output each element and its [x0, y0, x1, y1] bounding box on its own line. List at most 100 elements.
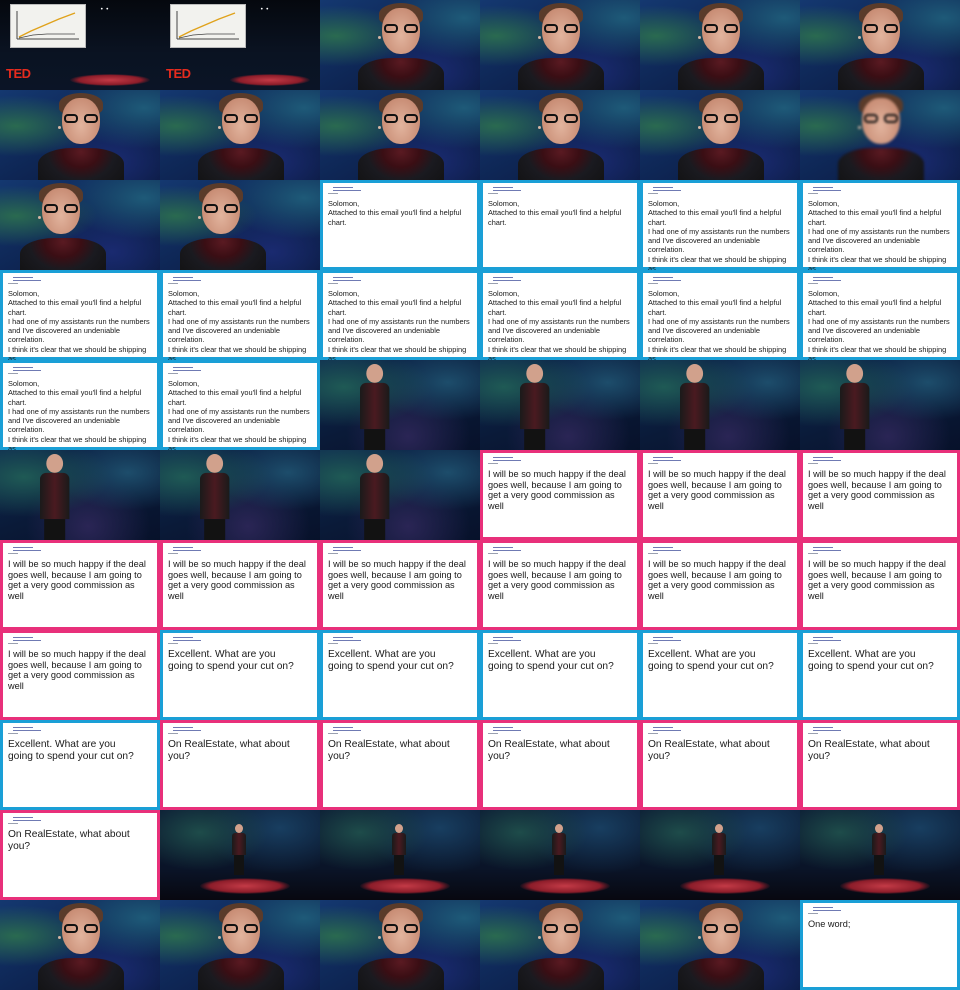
speaker-shirt — [38, 958, 124, 990]
email-card: On RealEstate, what about you? — [803, 723, 957, 807]
wide-stage-frame — [320, 810, 480, 900]
email-sender-line — [653, 637, 673, 638]
email-card: On RealEstate, what about you? — [483, 723, 637, 807]
wide-stage-frame — [480, 810, 640, 900]
speaker-figure — [640, 90, 800, 180]
email-card: I will be so much happy if the deal goes… — [323, 543, 477, 627]
speaker-flegs — [394, 855, 404, 875]
medium-shot-frame — [480, 360, 640, 450]
email-frame: Solomon, Attached to this email you'll f… — [0, 360, 160, 450]
speaker-mic — [378, 936, 381, 939]
closeup-frame — [0, 90, 160, 180]
email-card: Excellent. What are you going to spend y… — [803, 633, 957, 717]
email-recipient-line — [648, 643, 658, 644]
speaker-figure — [552, 824, 566, 875]
speaker-fhead — [875, 824, 883, 833]
intro-frame: TED • • — [160, 0, 320, 90]
email-card: Solomon, Attached to this email you'll f… — [323, 183, 477, 267]
email-sender-line — [173, 367, 193, 368]
email-recipient-line — [648, 733, 658, 734]
closeup-frame — [640, 900, 800, 990]
closeup-frame — [480, 900, 640, 990]
speaker-fbody — [680, 382, 710, 430]
email-body-text: On RealEstate, what about you? — [328, 739, 450, 762]
email-frame: On RealEstate, what about you? — [800, 720, 960, 810]
email-body-text: Excellent. What are you going to spend y… — [808, 649, 934, 672]
email-frame: Solomon, Attached to this email you'll f… — [480, 270, 640, 360]
email-recipient-line — [328, 643, 338, 644]
speaker-shirt — [38, 148, 124, 180]
email-body-text: Solomon, Attached to this email you'll f… — [8, 379, 150, 450]
speaker-glasses — [704, 114, 738, 123]
stage-floor — [70, 74, 150, 86]
speaker-fbody — [872, 833, 886, 855]
email-recipient-line — [8, 373, 18, 374]
email-body-text: On RealEstate, what about you? — [808, 739, 930, 762]
email-subject-line — [493, 640, 521, 641]
speaker-fhead — [715, 824, 723, 833]
email-frame: On RealEstate, what about you? — [640, 720, 800, 810]
email-body-text: I will be so much happy if the deal goes… — [648, 469, 786, 511]
email-recipient-line — [8, 823, 18, 824]
email-subject-line — [813, 730, 841, 731]
speaker-figure — [872, 824, 886, 875]
email-card: Solomon, Attached to this email you'll f… — [803, 273, 957, 360]
email-body-text: On RealEstate, what about you? — [8, 829, 130, 852]
email-card: I will be so much happy if the deal goes… — [3, 543, 157, 627]
email-recipient-line — [648, 193, 658, 194]
speaker-figure — [800, 90, 960, 180]
stage-floor — [230, 74, 310, 86]
email-sender-line — [493, 727, 513, 728]
email-body-text: Excellent. What are you going to spend y… — [8, 739, 134, 762]
speaker-glasses — [384, 114, 418, 123]
speaker-shirt — [180, 238, 266, 270]
email-frame: I will be so much happy if the deal goes… — [800, 540, 960, 630]
speaker-figure — [360, 364, 390, 450]
email-subject-line — [333, 730, 361, 731]
email-frame: On RealEstate, what about you? — [480, 720, 640, 810]
closeup-frame — [640, 90, 800, 180]
speaker-glasses — [704, 924, 738, 933]
speaker-fhead — [366, 454, 384, 473]
closeup-frame — [0, 900, 160, 990]
email-body-text: I will be so much happy if the deal goes… — [488, 559, 626, 601]
stage-floor — [680, 878, 770, 894]
speaker-shirt — [518, 148, 604, 180]
email-card: Excellent. What are you going to spend y… — [643, 633, 797, 717]
speaker-figure — [0, 900, 160, 990]
email-sender-line — [813, 277, 833, 278]
speaker-fbody — [360, 382, 390, 430]
speaker-mic — [378, 126, 381, 129]
email-body-text: I will be so much happy if the deal goes… — [808, 559, 946, 601]
speaker-figure — [480, 900, 640, 990]
medium-shot-frame — [320, 450, 480, 540]
stage-floor — [360, 878, 450, 894]
speaker-shirt — [358, 58, 444, 90]
speaker-shirt — [20, 238, 106, 270]
email-recipient-line — [328, 733, 338, 734]
email-sender-line — [653, 457, 673, 458]
closeup-frame — [800, 0, 960, 90]
medium-shot-frame — [0, 450, 160, 540]
email-subject-line — [813, 190, 841, 191]
intro-frame: TED • • — [0, 0, 160, 90]
speaker-flegs — [554, 855, 564, 875]
speaker-mic — [698, 36, 701, 39]
email-frame: Excellent. What are you going to spend y… — [320, 630, 480, 720]
email-body-text: Excellent. What are you going to spend y… — [168, 649, 294, 672]
email-recipient-line — [648, 283, 658, 284]
email-body-text: Solomon, Attached to this email you'll f… — [808, 289, 950, 360]
medium-shot-frame — [640, 360, 800, 450]
email-card: Solomon, Attached to this email you'll f… — [163, 363, 317, 450]
email-sender-line — [173, 277, 193, 278]
speaker-figure — [200, 454, 230, 540]
email-body-text: I will be so much happy if the deal goes… — [648, 559, 786, 601]
speaker-shirt — [358, 958, 444, 990]
speaker-mic — [538, 936, 541, 939]
stage-background — [320, 450, 480, 540]
speaker-figure — [360, 454, 390, 540]
closeup-frame — [800, 90, 960, 180]
speaker-shirt — [358, 148, 444, 180]
closeup-frame — [480, 0, 640, 90]
speaker-shirt — [678, 58, 764, 90]
